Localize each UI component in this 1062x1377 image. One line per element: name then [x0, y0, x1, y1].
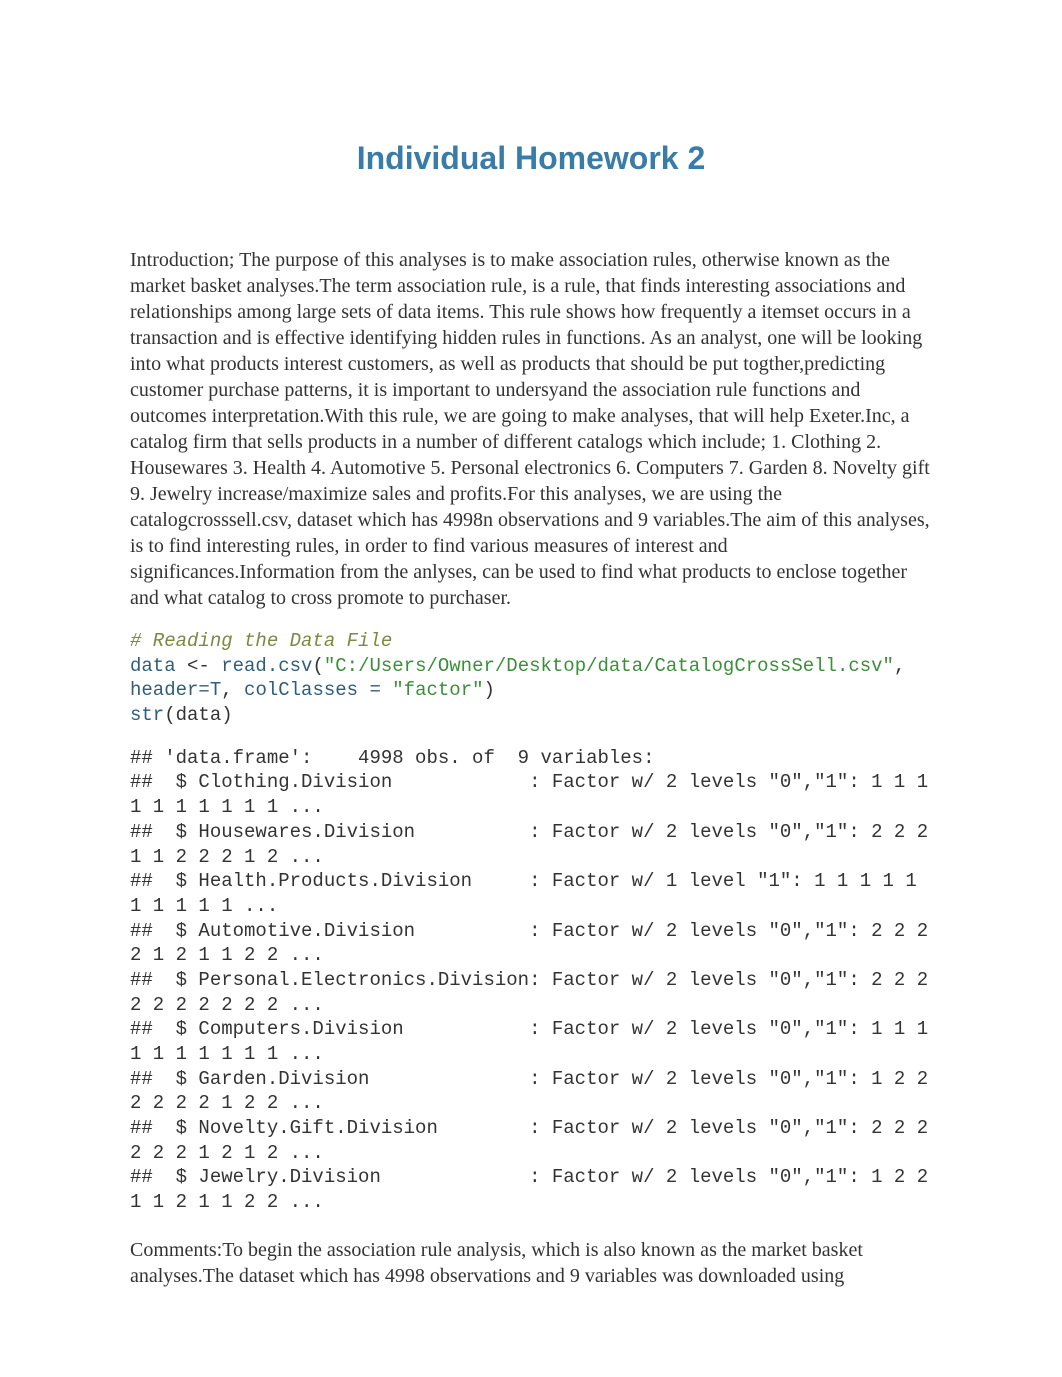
code-function: read.csv	[210, 655, 313, 677]
code-assign: <-	[187, 655, 210, 677]
code-arg-colclasses: colClasses =	[244, 679, 392, 701]
code-true: T	[210, 679, 221, 701]
code-identifier: data	[130, 655, 187, 677]
code-string: "C:/Users/Owner/Desktop/data/CatalogCros…	[324, 655, 894, 677]
comments-paragraph: Comments:To begin the association rule a…	[130, 1237, 932, 1289]
code-arg-header: header=	[130, 679, 210, 701]
code-comment: # Reading the Data File	[130, 630, 392, 652]
code-function-str: str	[130, 704, 164, 726]
page-title: Individual Homework 2	[130, 140, 932, 177]
code-comma: ,	[894, 655, 917, 677]
document-page: Individual Homework 2 Introduction; The …	[0, 0, 1062, 1377]
introduction-paragraph: Introduction; The purpose of this analys…	[130, 247, 932, 611]
code-close-paren: )	[484, 679, 495, 701]
code-call-args: (data)	[164, 704, 232, 726]
r-code-block: # Reading the Data File data <- read.csv…	[130, 629, 932, 728]
r-output-block: ## 'data.frame': 4998 obs. of 9 variable…	[130, 746, 932, 1215]
code-sep: ,	[221, 679, 244, 701]
code-paren: (	[312, 655, 323, 677]
code-string-factor: "factor"	[392, 679, 483, 701]
